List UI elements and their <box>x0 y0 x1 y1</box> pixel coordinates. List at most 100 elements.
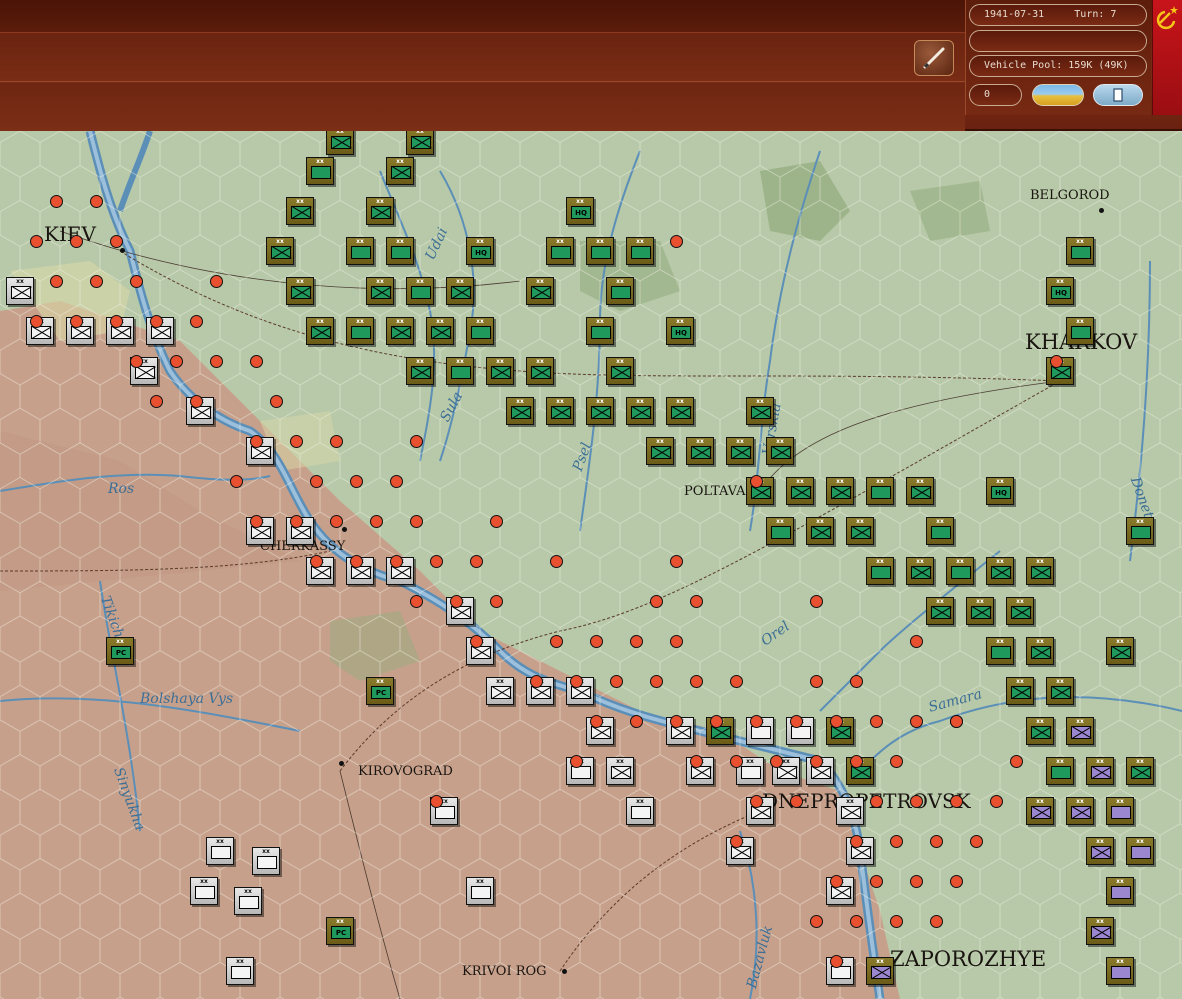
soviet-unit-counter[interactable]: xx PC <box>106 637 134 665</box>
soviet-unit-counter[interactable]: xx <box>726 437 754 465</box>
soviet-unit-counter[interactable]: xx <box>306 317 334 345</box>
soviet-unit-counter[interactable]: xx <box>946 557 974 585</box>
soviet-unit-counter[interactable]: xx <box>586 237 614 265</box>
soviet-unit-counter[interactable]: xx <box>366 277 394 305</box>
soviet-unit-counter[interactable]: xx <box>626 397 654 425</box>
soviet-unit-counter[interactable]: xx <box>546 397 574 425</box>
soviet-unit-counter[interactable]: xx <box>1066 237 1094 265</box>
soviet-unit-counter[interactable]: xx <box>846 517 874 545</box>
soviet-unit-counter[interactable]: xx <box>1046 677 1074 705</box>
soviet-unit-counter[interactable]: xx <box>366 197 394 225</box>
soviet-unit-counter[interactable]: xx <box>1106 957 1134 985</box>
soviet-unit-counter[interactable]: xx <box>1026 557 1054 585</box>
soviet-unit-counter[interactable]: xx HQ <box>1046 277 1074 305</box>
city-marker[interactable] <box>1099 208 1104 213</box>
soviet-unit-counter[interactable]: xx <box>266 237 294 265</box>
soviet-unit-counter[interactable]: xx <box>1066 317 1094 345</box>
soviet-unit-counter[interactable]: xx <box>506 397 534 425</box>
soviet-unit-counter[interactable]: xx <box>1066 797 1094 825</box>
soviet-unit-counter[interactable]: xx <box>926 517 954 545</box>
soviet-unit-counter[interactable]: xx <box>1106 637 1134 665</box>
soviet-unit-counter[interactable]: xx <box>1086 917 1114 945</box>
soviet-unit-counter[interactable]: xx <box>1106 877 1134 905</box>
soviet-unit-counter[interactable]: xx <box>626 237 654 265</box>
soviet-unit-counter[interactable]: xx <box>666 397 694 425</box>
soviet-unit-counter[interactable]: xx <box>826 477 854 505</box>
soviet-unit-counter[interactable]: xx <box>386 317 414 345</box>
soviet-unit-counter[interactable]: xx <box>1126 837 1154 865</box>
soviet-unit-counter[interactable]: xx <box>526 277 554 305</box>
soviet-unit-counter[interactable]: xx <box>286 277 314 305</box>
soviet-unit-counter[interactable]: xx <box>1126 517 1154 545</box>
soviet-unit-counter[interactable]: xx <box>406 131 434 155</box>
soviet-unit-counter[interactable]: xx <box>466 317 494 345</box>
soviet-unit-counter[interactable]: xx <box>646 437 674 465</box>
soviet-unit-counter[interactable]: xx <box>486 357 514 385</box>
soviet-unit-counter[interactable]: xx <box>346 237 374 265</box>
soviet-unit-counter[interactable]: xx <box>1026 637 1054 665</box>
soviet-unit-counter[interactable]: xx <box>766 517 794 545</box>
soviet-unit-counter[interactable]: xx <box>386 237 414 265</box>
soviet-unit-counter[interactable]: xx <box>546 237 574 265</box>
soviet-unit-counter[interactable]: xx <box>806 517 834 545</box>
axis-unit-counter[interactable]: xx <box>486 677 514 705</box>
soviet-unit-counter[interactable]: xx <box>1006 597 1034 625</box>
soviet-unit-counter[interactable]: xx <box>866 957 894 985</box>
soviet-unit-counter[interactable]: xx <box>586 397 614 425</box>
soviet-unit-counter[interactable]: xx HQ <box>986 477 1014 505</box>
soviet-unit-counter[interactable]: xx <box>426 317 454 345</box>
city-marker[interactable] <box>562 969 567 974</box>
soviet-unit-counter[interactable]: xx HQ <box>566 197 594 225</box>
soviet-unit-counter[interactable]: xx <box>326 131 354 155</box>
soviet-unit-counter[interactable]: xx <box>926 597 954 625</box>
soviet-unit-counter[interactable]: xx <box>686 437 714 465</box>
city-marker[interactable] <box>342 527 347 532</box>
soviet-unit-counter[interactable]: xx <box>346 317 374 345</box>
axis-unit-counter[interactable]: xx <box>252 847 280 875</box>
soviet-unit-counter[interactable]: xx <box>1026 797 1054 825</box>
axis-unit-counter[interactable]: xx <box>6 277 34 305</box>
axis-unit-counter[interactable]: xx <box>234 887 262 915</box>
soviet-unit-counter[interactable]: xx PC <box>366 677 394 705</box>
soviet-unit-counter[interactable]: xx <box>1106 797 1134 825</box>
soviet-unit-counter[interactable]: xx <box>286 197 314 225</box>
soviet-unit-counter[interactable]: xx <box>1126 757 1154 785</box>
soviet-unit-counter[interactable]: xx <box>766 437 794 465</box>
axis-unit-counter[interactable]: xx <box>226 957 254 985</box>
soviet-unit-counter[interactable]: xx <box>406 277 434 305</box>
soviet-unit-counter[interactable]: xx <box>866 477 894 505</box>
soviet-unit-counter[interactable]: xx <box>866 557 894 585</box>
pen-button[interactable] <box>914 40 954 76</box>
soviet-unit-counter[interactable]: xx <box>786 477 814 505</box>
weather-button[interactable] <box>1032 84 1084 106</box>
soviet-unit-counter[interactable]: xx HQ <box>666 317 694 345</box>
soviet-unit-counter[interactable]: xx PC <box>326 917 354 945</box>
soviet-unit-counter[interactable]: xx <box>1066 717 1094 745</box>
soviet-unit-counter[interactable]: xx <box>386 157 414 185</box>
soviet-unit-counter[interactable]: xx <box>586 317 614 345</box>
soviet-unit-counter[interactable]: xx <box>746 397 774 425</box>
soviet-unit-counter[interactable]: xx <box>906 477 934 505</box>
soviet-unit-counter[interactable]: xx <box>906 557 934 585</box>
soviet-unit-counter[interactable]: xx <box>446 277 474 305</box>
soviet-unit-counter[interactable]: xx <box>606 277 634 305</box>
city-marker[interactable] <box>120 248 125 253</box>
soviet-unit-counter[interactable]: xx <box>986 637 1014 665</box>
unit-toggle-button[interactable] <box>1093 84 1143 106</box>
axis-unit-counter[interactable]: xx <box>626 797 654 825</box>
soviet-unit-counter[interactable]: xx <box>446 357 474 385</box>
city-marker[interactable] <box>339 761 344 766</box>
axis-unit-counter[interactable]: xx <box>606 757 634 785</box>
soviet-unit-counter[interactable]: xx <box>526 357 554 385</box>
axis-unit-counter[interactable]: xx <box>206 837 234 865</box>
soviet-unit-counter[interactable]: xx <box>966 597 994 625</box>
axis-unit-counter[interactable]: xx <box>466 877 494 905</box>
soviet-unit-counter[interactable]: xx <box>1086 837 1114 865</box>
soviet-unit-counter[interactable]: xx <box>986 557 1014 585</box>
soviet-unit-counter[interactable]: xx <box>406 357 434 385</box>
axis-unit-counter[interactable]: xx <box>836 797 864 825</box>
game-map[interactable]: KIEV BELGOROD KHARKOV POLTAVA CHERKASSY … <box>0 131 1182 999</box>
soviet-unit-counter[interactable]: xx <box>1026 717 1054 745</box>
soviet-unit-counter[interactable]: xx <box>606 357 634 385</box>
soviet-unit-counter[interactable]: xx HQ <box>466 237 494 265</box>
